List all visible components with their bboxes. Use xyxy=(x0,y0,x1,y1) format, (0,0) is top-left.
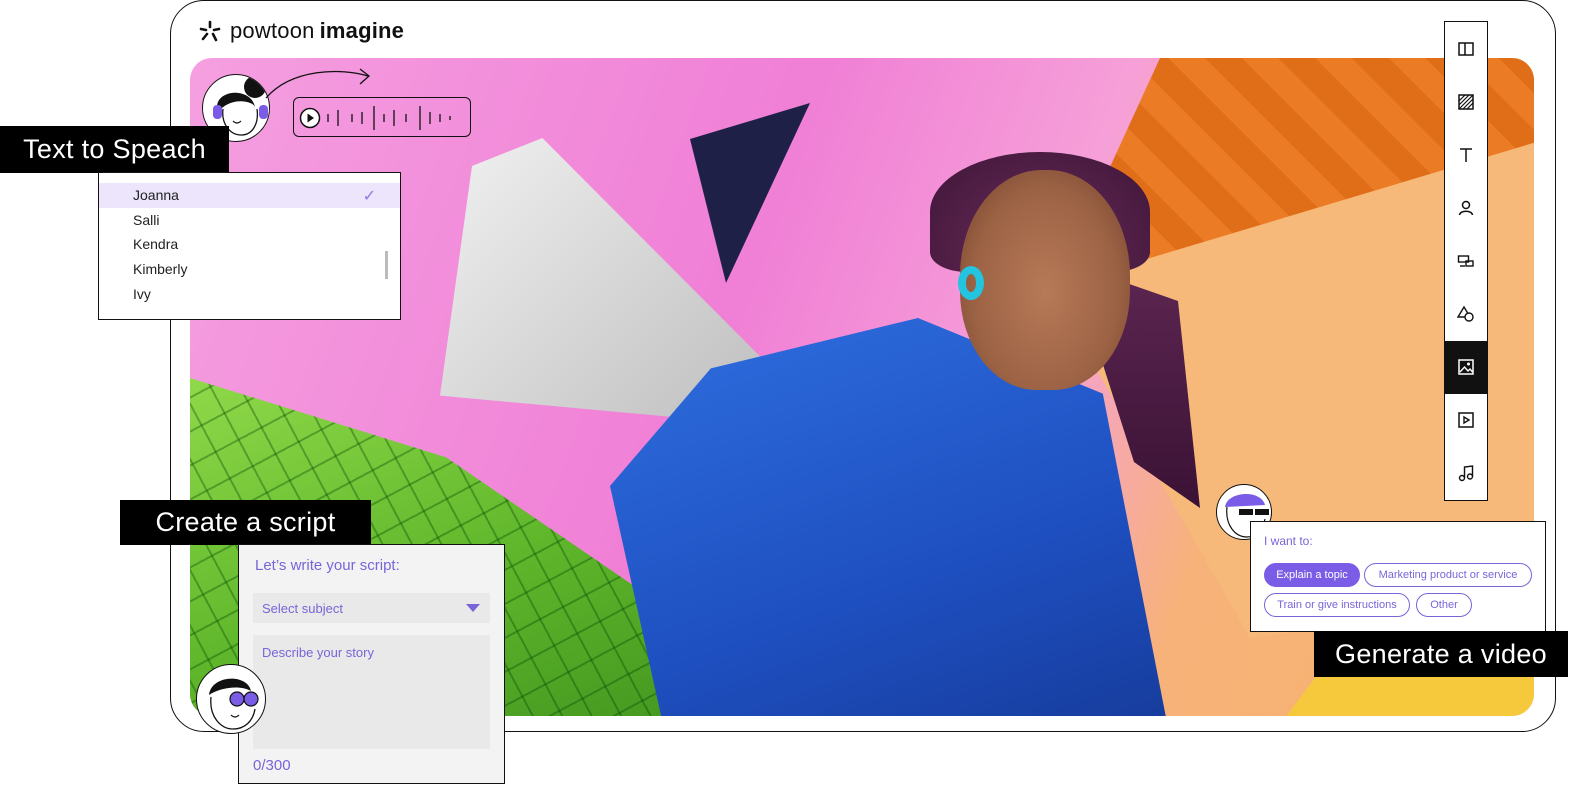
generate-video-label: Generate a video xyxy=(1314,631,1568,677)
create-script-label: Create a script xyxy=(120,500,371,545)
character-face-icon xyxy=(209,678,259,730)
story-placeholder: Describe your story xyxy=(262,645,374,660)
powtoon-logo-icon xyxy=(199,20,221,42)
tool-props[interactable] xyxy=(1445,234,1487,287)
voice-name: Kendra xyxy=(133,236,179,253)
text-icon xyxy=(1460,148,1472,162)
character-counter: 0/300 xyxy=(253,757,291,774)
voice-item-kimberly[interactable]: Kimberly xyxy=(99,257,400,282)
tool-layout[interactable] xyxy=(1445,22,1487,75)
props-icon xyxy=(1457,255,1474,267)
tool-character[interactable] xyxy=(1445,181,1487,234)
voice-item-kendra[interactable]: Kendra xyxy=(99,232,400,257)
voice-name: Ivy xyxy=(133,285,151,302)
check-icon: ✓ xyxy=(362,188,376,205)
chip-marketing[interactable]: Marketing product or service xyxy=(1364,563,1532,587)
play-icon[interactable] xyxy=(299,107,321,129)
tool-music[interactable] xyxy=(1445,447,1487,500)
editor-toolbar xyxy=(1444,21,1488,501)
tool-video[interactable] xyxy=(1445,394,1487,447)
intent-panel: I want to: Explain a topic Marketing pro… xyxy=(1250,521,1546,632)
brand-wordmark-bold: imagine xyxy=(319,18,405,43)
chip-other[interactable]: Other xyxy=(1416,593,1472,617)
brand-wordmark-light: powtoon xyxy=(230,18,315,43)
audio-waveform-player[interactable] xyxy=(293,97,471,137)
chip-train[interactable]: Train or give instructions xyxy=(1264,593,1410,617)
voice-name: Kimberly xyxy=(133,261,188,278)
avatar-script xyxy=(196,664,266,734)
character-icon xyxy=(1458,200,1474,216)
background-icon xyxy=(1458,93,1474,110)
select-subject-placeholder: Select subject xyxy=(262,600,343,616)
video-icon xyxy=(1458,412,1474,429)
voice-item-joanna[interactable]: Joanna ✓ xyxy=(99,183,400,208)
voice-list-scrollbar[interactable] xyxy=(385,251,388,279)
person-face xyxy=(960,170,1130,390)
laptop-screen xyxy=(690,103,810,283)
select-subject-dropdown[interactable]: Select subject xyxy=(253,593,490,623)
text-to-speech-label: Text to Speach xyxy=(0,126,229,173)
chip-explain-topic[interactable]: Explain a topic xyxy=(1264,563,1360,587)
tool-text[interactable] xyxy=(1445,128,1487,181)
music-icon xyxy=(1458,465,1474,482)
tool-shapes[interactable] xyxy=(1445,288,1487,341)
image-icon xyxy=(1458,359,1474,375)
voice-name: Salli xyxy=(133,211,160,228)
shapes-icon xyxy=(1457,305,1474,322)
voice-item-ivy[interactable]: Ivy xyxy=(99,281,400,306)
script-panel-title: Let’s write your script: xyxy=(255,557,400,574)
tool-background[interactable] xyxy=(1445,75,1487,128)
waveform-icon xyxy=(327,106,451,130)
earring xyxy=(958,266,984,300)
intent-panel-title: I want to: xyxy=(1264,534,1313,548)
voice-list: Joanna ✓ Salli Kendra Kimberly Ivy xyxy=(98,172,401,320)
layout-icon xyxy=(1458,41,1474,56)
story-textarea[interactable]: Describe your story xyxy=(253,635,490,749)
tool-image[interactable] xyxy=(1445,340,1487,394)
voice-item-salli[interactable]: Salli xyxy=(99,208,400,233)
voice-name: Joanna xyxy=(133,187,179,204)
chevron-down-icon xyxy=(466,604,480,612)
brand-logo: powtoon imagine xyxy=(198,18,404,44)
script-panel: Let’s write your script: Select subject … xyxy=(238,544,505,784)
